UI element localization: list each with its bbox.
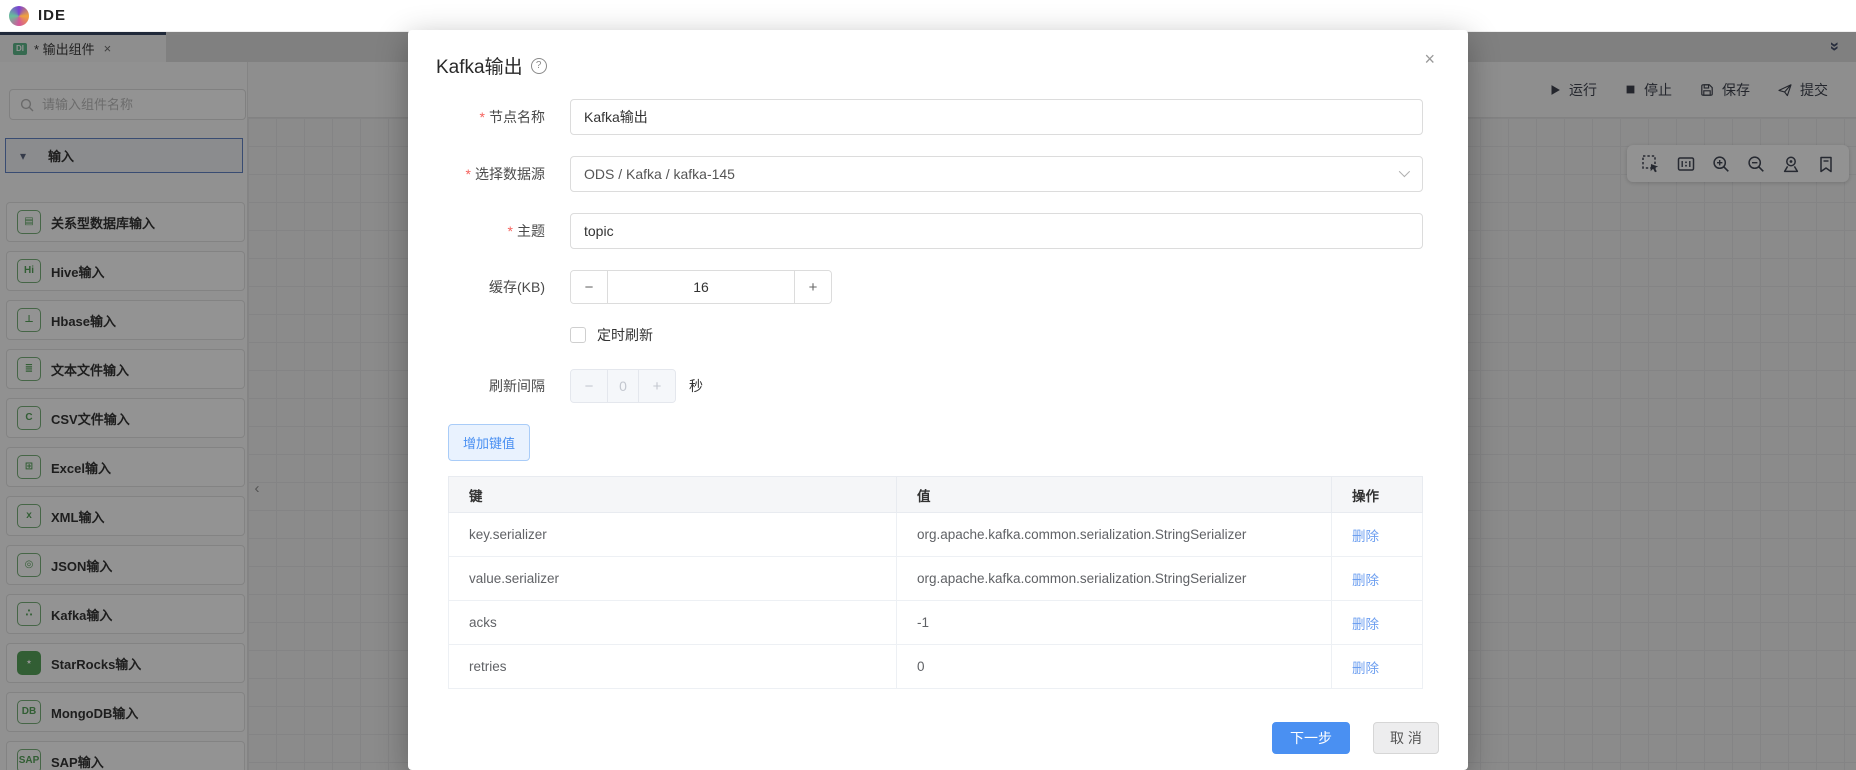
kv-table-row: acks -1 删除 [448, 600, 1423, 645]
seconds-unit-label: 秒 [689, 378, 703, 394]
plus-button[interactable]: + [794, 271, 831, 303]
app-logo-icon [9, 5, 29, 26]
modal-body: *节点名称 *选择数据源 ODS / Kafka / kafka-145 *主题 [408, 79, 1468, 689]
timed-refresh-label: 定时刷新 [597, 327, 653, 343]
buffer-row: 缓存(KB) − 16 + [448, 270, 1423, 304]
kv-value-cell: 0 [896, 644, 1332, 689]
kafka-output-modal: Kafka输出 ? × *节点名称 *选择数据源 ODS / Kafka / k… [408, 30, 1468, 770]
value-column-header: 值 [896, 476, 1332, 513]
ide-window: IDE DI * 输出组件 × » ▾ 输入 ▤ 关系型 [0, 0, 1856, 770]
delete-link[interactable]: 删除 [1352, 617, 1379, 632]
datasource-label: 选择数据源 [475, 166, 545, 182]
app-title: IDE [38, 7, 67, 24]
kv-key-cell: key.serializer [448, 512, 897, 557]
required-mark: * [507, 223, 513, 239]
topic-label: 主题 [517, 223, 545, 239]
kv-table: 键 值 操作 key.serializer org.apache.kafka.c… [448, 476, 1423, 689]
modal-header: Kafka输出 ? [408, 30, 1468, 79]
buffer-label: 缓存(KB) [489, 279, 545, 295]
action-column-header: 操作 [1331, 476, 1423, 513]
next-step-button[interactable]: 下一步 [1272, 722, 1350, 754]
refresh-interval-stepper: − 0 + [570, 369, 676, 403]
topic-row: * 主题 [448, 213, 1423, 249]
kv-value-cell: -1 [896, 600, 1332, 645]
datasource-value: ODS / Kafka / kafka-145 [584, 166, 735, 182]
node-name-input[interactable] [570, 99, 1423, 135]
minus-button[interactable]: − [571, 271, 608, 303]
kv-value-cell: org.apache.kafka.common.serialization.St… [896, 512, 1332, 557]
kv-key-cell: value.serializer [448, 556, 897, 601]
key-column-header: 键 [448, 476, 897, 513]
delete-link[interactable]: 删除 [1352, 529, 1379, 544]
add-kv-button[interactable]: 增加键值 [448, 424, 531, 461]
refresh-interval-row: 刷新间隔 − 0 + 秒 [448, 369, 1423, 403]
kv-table-row: retries 0 删除 [448, 644, 1423, 689]
buffer-stepper: − 16 + [570, 270, 832, 304]
required-mark: * [479, 109, 485, 125]
delete-link[interactable]: 删除 [1352, 573, 1379, 588]
help-icon[interactable]: ? [530, 57, 547, 74]
datasource-row: * 选择数据源 ODS / Kafka / kafka-145 [448, 156, 1423, 192]
node-name-label: 节点名称 [489, 109, 545, 125]
required-mark: * [465, 166, 471, 182]
delete-link[interactable]: 删除 [1352, 661, 1379, 676]
datasource-select[interactable]: ODS / Kafka / kafka-145 [570, 156, 1423, 192]
modal-close-icon[interactable]: × [1424, 50, 1435, 68]
modal-footer: 下一步 取 消 [1272, 722, 1439, 754]
cancel-button[interactable]: 取 消 [1373, 722, 1439, 754]
topic-input[interactable] [570, 213, 1423, 249]
timed-refresh-row: 定时刷新 [570, 325, 1423, 345]
refresh-interval-label: 刷新间隔 [489, 378, 545, 394]
kv-table-header-row: 键 值 操作 [448, 476, 1423, 513]
kv-key-cell: acks [448, 600, 897, 645]
modal-title: Kafka输出 [436, 57, 523, 78]
refresh-interval-value: 0 [619, 378, 627, 394]
kv-table-row: key.serializer org.apache.kafka.common.s… [448, 512, 1423, 557]
plus-button: + [638, 370, 675, 402]
buffer-value[interactable]: 16 [608, 271, 794, 303]
kv-table-row: value.serializer org.apache.kafka.common… [448, 556, 1423, 601]
node-name-row: * 节点名称 [448, 99, 1423, 135]
kv-key-cell: retries [448, 644, 897, 689]
kv-value-cell: org.apache.kafka.common.serialization.St… [896, 556, 1332, 601]
minus-button: − [571, 370, 608, 402]
timed-refresh-checkbox[interactable] [570, 327, 586, 343]
app-header: IDE [0, 0, 1856, 32]
